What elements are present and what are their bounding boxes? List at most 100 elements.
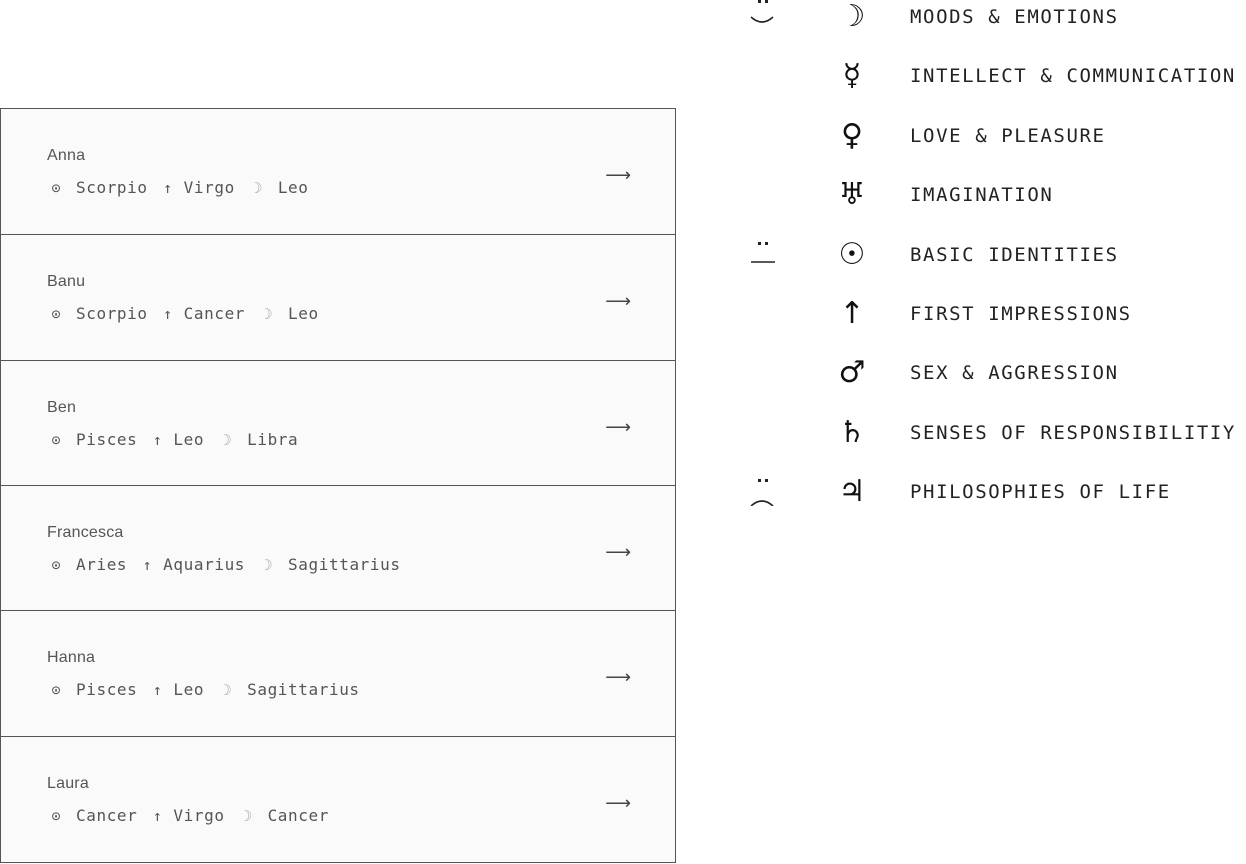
person-signs: ⊙ Pisces ↑ Leo ☽ Sagittarius (47, 680, 374, 699)
rising-sign: ↑ Leo (151, 680, 204, 699)
person-name: Hanna (47, 649, 96, 666)
ascendant-arrow-icon: ↑ (152, 430, 162, 449)
person-card[interactable]: Hanna ⊙ Pisces ↑ Leo ☽ Sagittarius ⟶ (1, 611, 675, 737)
person-card[interactable]: Laura ⊙ Cancer ↑ Virgo ☽ Cancer ⟶ (1, 737, 675, 863)
moon-sign: ☽ Sagittarius (259, 555, 401, 574)
moon-sign-value: Sagittarius (288, 555, 401, 574)
moon-icon: ☽ (253, 178, 263, 197)
mars-icon: ♂ (838, 355, 866, 390)
person-name: Laura (47, 775, 89, 792)
person-name: Banu (47, 273, 86, 290)
person-card[interactable]: Banu ⊙ Scorpio ↑ Cancer ☽ Leo ⟶ (1, 235, 675, 361)
sun-sign: ⊙ Scorpio (47, 304, 148, 323)
sun-icon: ⊙ (51, 304, 61, 323)
legend-label: SEX & AGGRESSION (910, 362, 1119, 384)
rising-sign-value: Aquarius (163, 555, 246, 574)
sun-sign: ⊙ Pisces (47, 430, 137, 449)
rising-sign: ↑ Leo (151, 430, 204, 449)
rising-sign-value: Leo (173, 680, 205, 699)
legend-row-mercury: ☿ INTELLECT & COMMUNICATION (740, 56, 1246, 96)
arrow-right-icon[interactable]: ⟶ (605, 167, 631, 185)
legend-label: INTELLECT & COMMUNICATION (910, 65, 1236, 87)
person-card[interactable]: Anna ⊙ Scorpio ↑ Virgo ☽ Leo ⟶ (1, 109, 675, 235)
sun-sign-value: Cancer (76, 806, 138, 825)
moon-icon: ☽ (263, 304, 273, 323)
sun-sign: ⊙ Pisces (47, 680, 137, 699)
legend-label: FIRST IMPRESSIONS (910, 303, 1132, 325)
moon-icon: ☽ (243, 806, 253, 825)
person-name: Francesca (47, 524, 124, 541)
moon-icon: ☽ (222, 430, 232, 449)
moon-sign-value: Leo (288, 304, 319, 323)
rising-sign: ↑ Virgo (151, 806, 224, 825)
mercury-icon: ☿ (842, 58, 862, 93)
sun-sign-value: Pisces (76, 430, 138, 449)
sun-sign: ⊙ Cancer (47, 806, 137, 825)
legend-row-saturn: ♄ SENSES OF RESPONSIBILITIY (740, 413, 1246, 453)
rising-sign-value: Virgo (173, 806, 225, 825)
rising-sign-value: Virgo (183, 178, 235, 197)
person-signs: ⊙ Pisces ↑ Leo ☽ Libra (47, 430, 312, 449)
moon-sign: ☽ Sagittarius (218, 680, 360, 699)
moon-icon: ☽ (222, 680, 232, 699)
legend-row-mars: ♂ SEX & AGGRESSION (740, 353, 1246, 393)
moon-sign: ☽ Libra (218, 430, 298, 449)
page: Anna ⊙ Scorpio ↑ Virgo ☽ Leo ⟶ Banu ⊙ Sc… (0, 0, 1246, 864)
arrow-right-icon[interactable]: ⟶ (605, 795, 631, 813)
person-list: Anna ⊙ Scorpio ↑ Virgo ☽ Leo ⟶ Banu ⊙ Sc… (0, 108, 676, 863)
rising-sign-value: Cancer (183, 304, 246, 323)
moon-sign: ☽ Leo (259, 304, 319, 323)
sad-face-icon (750, 479, 774, 506)
rising-sign: ↑ Cancer (162, 304, 245, 323)
ascendant-arrow-icon: ↑ (163, 304, 173, 323)
legend-row-jupiter: ♃ PHILOSOPHIES OF LIFE (740, 472, 1246, 512)
moon-sign-value: Libra (247, 430, 299, 449)
uranus-icon: ♅ (838, 177, 866, 212)
neutral-face-icon (751, 242, 775, 263)
legend-label: SENSES OF RESPONSIBILITIY (910, 422, 1236, 444)
sun-sign: ⊙ Aries (47, 555, 127, 574)
legend-row-venus: ♀ LOVE & PLEASURE (740, 116, 1246, 156)
sun-sign: ⊙ Scorpio (47, 178, 148, 197)
rising-sign-value: Leo (173, 430, 205, 449)
person-signs: ⊙ Aries ↑ Aquarius ☽ Sagittarius (47, 555, 415, 574)
legend-row-moon: ☽ MOODS & EMOTIONS (740, 0, 1246, 37)
ascendant-arrow-icon: ↑ (152, 680, 162, 699)
sun-sign-value: Scorpio (76, 178, 148, 197)
jupiter-icon: ♃ (838, 474, 866, 509)
person-signs: ⊙ Scorpio ↑ Cancer ☽ Leo (47, 304, 333, 323)
legend-label: BASIC IDENTITIES (910, 244, 1119, 266)
rising-sign: ↑ Aquarius (141, 555, 245, 574)
happy-face-icon (750, 0, 774, 23)
arrow-right-icon[interactable]: ⟶ (605, 419, 631, 437)
sun-icon: ⊙ (51, 555, 61, 574)
ascendant-arrow-icon: ↑ (839, 296, 865, 331)
person-signs: ⊙ Scorpio ↑ Virgo ☽ Leo (47, 178, 323, 197)
legend-label: IMAGINATION (910, 184, 1054, 206)
ascendant-arrow-icon: ↑ (163, 178, 173, 197)
person-card[interactable]: Francesca ⊙ Aries ↑ Aquarius ☽ Sagittari… (1, 486, 675, 611)
venus-icon: ♀ (841, 118, 863, 153)
legend-row-uranus: ♅ IMAGINATION (740, 175, 1246, 215)
arrow-right-icon[interactable]: ⟶ (605, 544, 631, 562)
arrow-right-icon[interactable]: ⟶ (605, 293, 631, 311)
person-card[interactable]: Ben ⊙ Pisces ↑ Leo ☽ Libra ⟶ (1, 361, 675, 486)
ascendant-arrow-icon: ↑ (152, 806, 162, 825)
moon-icon: ☽ (838, 0, 866, 34)
sun-icon: ⊙ (51, 430, 61, 449)
person-name: Anna (47, 147, 86, 164)
legend-row-sun: ☉ BASIC IDENTITIES (740, 235, 1246, 275)
moon-icon: ☽ (263, 555, 273, 574)
sun-icon: ⊙ (51, 806, 61, 825)
person-name: Ben (47, 399, 77, 416)
rising-sign: ↑ Virgo (162, 178, 235, 197)
sun-icon: ⊙ (51, 178, 61, 197)
sun-icon: ☉ (838, 237, 866, 272)
sun-sign-value: Pisces (76, 680, 138, 699)
arrow-right-icon[interactable]: ⟶ (605, 669, 631, 687)
sun-icon: ⊙ (51, 680, 61, 699)
legend-label: LOVE & PLEASURE (910, 125, 1106, 147)
moon-sign-value: Cancer (267, 806, 329, 825)
legend-label: MOODS & EMOTIONS (910, 6, 1119, 28)
moon-sign: ☽ Cancer (239, 806, 329, 825)
